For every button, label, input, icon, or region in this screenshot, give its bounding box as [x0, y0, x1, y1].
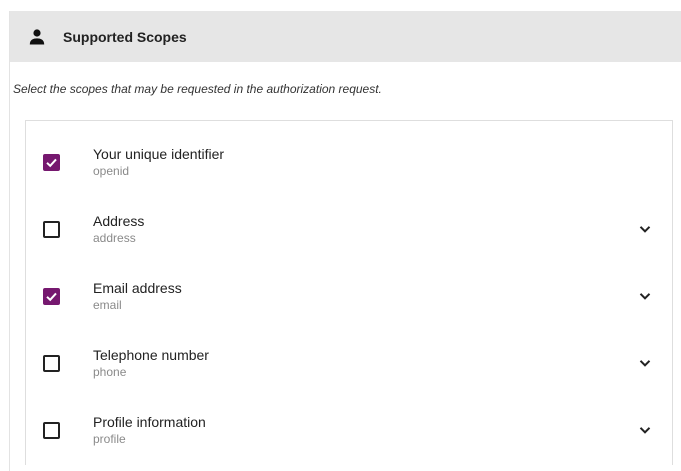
- scope-item-email[interactable]: Email address email: [26, 266, 672, 326]
- scope-checkbox-profile[interactable]: [43, 421, 60, 439]
- scope-item-profile[interactable]: Profile information profile: [26, 400, 672, 460]
- scope-key: address: [93, 230, 136, 245]
- panel-header: Supported Scopes: [10, 11, 681, 62]
- panel-title: Supported Scopes: [63, 28, 187, 45]
- scope-key: openid: [93, 163, 130, 178]
- check-icon: [46, 158, 57, 167]
- scope-key: phone: [93, 364, 127, 379]
- scope-key: profile: [93, 431, 126, 446]
- scope-item-openid[interactable]: Your unique identifier openid: [26, 132, 672, 192]
- scope-item-address[interactable]: Address address: [26, 199, 672, 259]
- scope-checkbox-address[interactable]: [43, 220, 60, 238]
- chevron-down-icon[interactable]: [638, 423, 652, 437]
- scopes-description: Select the scopes that may be requested …: [13, 82, 382, 96]
- scope-label: Your unique identifier: [93, 145, 225, 162]
- chevron-down-icon[interactable]: [638, 222, 652, 236]
- check-icon: [46, 292, 57, 301]
- scope-label: Telephone number: [93, 346, 209, 363]
- chevron-down-icon[interactable]: [638, 289, 652, 303]
- scope-label: Profile information: [93, 413, 206, 430]
- person-icon: [28, 28, 46, 46]
- scope-list: Your unique identifier openid Address ad…: [25, 120, 673, 465]
- scope-label: Email address: [93, 279, 182, 296]
- scope-label: Address: [93, 212, 145, 229]
- scope-key: email: [93, 297, 122, 312]
- scope-item-phone[interactable]: Telephone number phone: [26, 333, 672, 393]
- scope-checkbox-phone[interactable]: [43, 354, 60, 372]
- chevron-down-icon[interactable]: [638, 356, 652, 370]
- scope-checkbox-openid[interactable]: [43, 153, 60, 171]
- scope-checkbox-email[interactable]: [43, 287, 60, 305]
